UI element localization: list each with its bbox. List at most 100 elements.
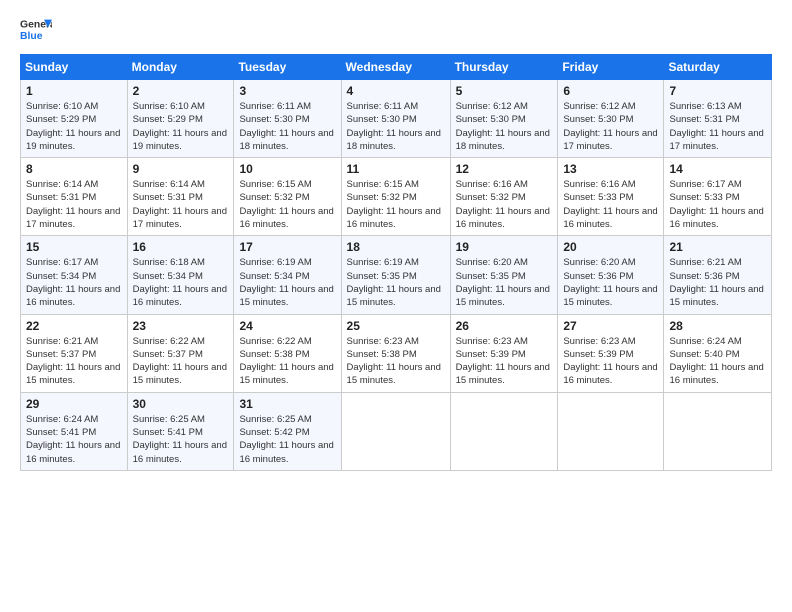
day-detail: Sunrise: 6:20 AMSunset: 5:35 PMDaylight:…: [456, 257, 550, 308]
day-number: 27: [563, 319, 658, 333]
day-number: 13: [563, 162, 658, 176]
calendar-cell: 1 Sunrise: 6:10 AMSunset: 5:29 PMDayligh…: [21, 80, 128, 158]
day-detail: Sunrise: 6:11 AMSunset: 5:30 PMDaylight:…: [347, 101, 441, 152]
calendar-cell: 28 Sunrise: 6:24 AMSunset: 5:40 PMDaylig…: [664, 314, 772, 392]
day-number: 8: [26, 162, 122, 176]
calendar-week-row: 22 Sunrise: 6:21 AMSunset: 5:37 PMDaylig…: [21, 314, 772, 392]
calendar-cell: 5 Sunrise: 6:12 AMSunset: 5:30 PMDayligh…: [450, 80, 558, 158]
day-number: 22: [26, 319, 122, 333]
logo-icon: General Blue: [20, 16, 52, 44]
calendar-cell: 27 Sunrise: 6:23 AMSunset: 5:39 PMDaylig…: [558, 314, 664, 392]
calendar-cell: 12 Sunrise: 6:16 AMSunset: 5:32 PMDaylig…: [450, 158, 558, 236]
calendar-cell: 21 Sunrise: 6:21 AMSunset: 5:36 PMDaylig…: [664, 236, 772, 314]
day-detail: Sunrise: 6:24 AMSunset: 5:41 PMDaylight:…: [26, 414, 120, 465]
day-detail: Sunrise: 6:13 AMSunset: 5:31 PMDaylight:…: [669, 101, 763, 152]
logo: General Blue: [20, 16, 52, 44]
day-number: 3: [239, 84, 335, 98]
calendar-cell: [450, 392, 558, 470]
day-detail: Sunrise: 6:25 AMSunset: 5:42 PMDaylight:…: [239, 414, 333, 465]
day-number: 12: [456, 162, 553, 176]
calendar-week-row: 8 Sunrise: 6:14 AMSunset: 5:31 PMDayligh…: [21, 158, 772, 236]
day-number: 23: [133, 319, 229, 333]
calendar-day-header: Tuesday: [234, 55, 341, 80]
day-detail: Sunrise: 6:16 AMSunset: 5:32 PMDaylight:…: [456, 179, 550, 230]
day-number: 10: [239, 162, 335, 176]
calendar-cell: 7 Sunrise: 6:13 AMSunset: 5:31 PMDayligh…: [664, 80, 772, 158]
day-detail: Sunrise: 6:11 AMSunset: 5:30 PMDaylight:…: [239, 101, 333, 152]
calendar-day-header: Sunday: [21, 55, 128, 80]
day-number: 7: [669, 84, 766, 98]
day-detail: Sunrise: 6:10 AMSunset: 5:29 PMDaylight:…: [26, 101, 120, 152]
day-detail: Sunrise: 6:17 AMSunset: 5:33 PMDaylight:…: [669, 179, 763, 230]
day-number: 19: [456, 240, 553, 254]
day-detail: Sunrise: 6:19 AMSunset: 5:34 PMDaylight:…: [239, 257, 333, 308]
calendar-cell: [664, 392, 772, 470]
calendar-day-header: Thursday: [450, 55, 558, 80]
day-detail: Sunrise: 6:22 AMSunset: 5:38 PMDaylight:…: [239, 336, 333, 387]
day-number: 6: [563, 84, 658, 98]
day-detail: Sunrise: 6:23 AMSunset: 5:39 PMDaylight:…: [456, 336, 550, 387]
calendar-cell: [341, 392, 450, 470]
header: General Blue: [20, 16, 772, 44]
calendar-cell: 11 Sunrise: 6:15 AMSunset: 5:32 PMDaylig…: [341, 158, 450, 236]
day-detail: Sunrise: 6:20 AMSunset: 5:36 PMDaylight:…: [563, 257, 657, 308]
day-detail: Sunrise: 6:16 AMSunset: 5:33 PMDaylight:…: [563, 179, 657, 230]
calendar-cell: 17 Sunrise: 6:19 AMSunset: 5:34 PMDaylig…: [234, 236, 341, 314]
day-detail: Sunrise: 6:12 AMSunset: 5:30 PMDaylight:…: [563, 101, 657, 152]
day-number: 9: [133, 162, 229, 176]
calendar-week-row: 29 Sunrise: 6:24 AMSunset: 5:41 PMDaylig…: [21, 392, 772, 470]
calendar-cell: 26 Sunrise: 6:23 AMSunset: 5:39 PMDaylig…: [450, 314, 558, 392]
day-detail: Sunrise: 6:23 AMSunset: 5:38 PMDaylight:…: [347, 336, 441, 387]
calendar-cell: 24 Sunrise: 6:22 AMSunset: 5:38 PMDaylig…: [234, 314, 341, 392]
day-detail: Sunrise: 6:19 AMSunset: 5:35 PMDaylight:…: [347, 257, 441, 308]
calendar-cell: 16 Sunrise: 6:18 AMSunset: 5:34 PMDaylig…: [127, 236, 234, 314]
day-number: 31: [239, 397, 335, 411]
day-number: 29: [26, 397, 122, 411]
calendar-cell: 20 Sunrise: 6:20 AMSunset: 5:36 PMDaylig…: [558, 236, 664, 314]
calendar-week-row: 15 Sunrise: 6:17 AMSunset: 5:34 PMDaylig…: [21, 236, 772, 314]
day-detail: Sunrise: 6:15 AMSunset: 5:32 PMDaylight:…: [239, 179, 333, 230]
calendar-cell: 23 Sunrise: 6:22 AMSunset: 5:37 PMDaylig…: [127, 314, 234, 392]
day-detail: Sunrise: 6:18 AMSunset: 5:34 PMDaylight:…: [133, 257, 227, 308]
calendar-cell: 4 Sunrise: 6:11 AMSunset: 5:30 PMDayligh…: [341, 80, 450, 158]
calendar-cell: 10 Sunrise: 6:15 AMSunset: 5:32 PMDaylig…: [234, 158, 341, 236]
day-number: 28: [669, 319, 766, 333]
day-detail: Sunrise: 6:25 AMSunset: 5:41 PMDaylight:…: [133, 414, 227, 465]
calendar-cell: 19 Sunrise: 6:20 AMSunset: 5:35 PMDaylig…: [450, 236, 558, 314]
day-number: 4: [347, 84, 445, 98]
calendar-week-row: 1 Sunrise: 6:10 AMSunset: 5:29 PMDayligh…: [21, 80, 772, 158]
day-detail: Sunrise: 6:23 AMSunset: 5:39 PMDaylight:…: [563, 336, 657, 387]
day-number: 5: [456, 84, 553, 98]
day-number: 25: [347, 319, 445, 333]
day-detail: Sunrise: 6:12 AMSunset: 5:30 PMDaylight:…: [456, 101, 550, 152]
calendar-cell: [558, 392, 664, 470]
day-detail: Sunrise: 6:17 AMSunset: 5:34 PMDaylight:…: [26, 257, 120, 308]
calendar-header-row: SundayMondayTuesdayWednesdayThursdayFrid…: [21, 55, 772, 80]
day-detail: Sunrise: 6:21 AMSunset: 5:37 PMDaylight:…: [26, 336, 120, 387]
calendar-cell: 30 Sunrise: 6:25 AMSunset: 5:41 PMDaylig…: [127, 392, 234, 470]
calendar-cell: 18 Sunrise: 6:19 AMSunset: 5:35 PMDaylig…: [341, 236, 450, 314]
day-number: 21: [669, 240, 766, 254]
day-number: 16: [133, 240, 229, 254]
svg-text:Blue: Blue: [20, 31, 43, 42]
day-detail: Sunrise: 6:14 AMSunset: 5:31 PMDaylight:…: [133, 179, 227, 230]
calendar-cell: 6 Sunrise: 6:12 AMSunset: 5:30 PMDayligh…: [558, 80, 664, 158]
calendar-cell: 31 Sunrise: 6:25 AMSunset: 5:42 PMDaylig…: [234, 392, 341, 470]
calendar-cell: 22 Sunrise: 6:21 AMSunset: 5:37 PMDaylig…: [21, 314, 128, 392]
calendar-day-header: Wednesday: [341, 55, 450, 80]
calendar-cell: 15 Sunrise: 6:17 AMSunset: 5:34 PMDaylig…: [21, 236, 128, 314]
day-number: 17: [239, 240, 335, 254]
calendar-cell: 9 Sunrise: 6:14 AMSunset: 5:31 PMDayligh…: [127, 158, 234, 236]
day-number: 11: [347, 162, 445, 176]
calendar-table: SundayMondayTuesdayWednesdayThursdayFrid…: [20, 54, 772, 471]
calendar-cell: 25 Sunrise: 6:23 AMSunset: 5:38 PMDaylig…: [341, 314, 450, 392]
day-number: 20: [563, 240, 658, 254]
day-detail: Sunrise: 6:10 AMSunset: 5:29 PMDaylight:…: [133, 101, 227, 152]
calendar-day-header: Monday: [127, 55, 234, 80]
day-detail: Sunrise: 6:15 AMSunset: 5:32 PMDaylight:…: [347, 179, 441, 230]
calendar-day-header: Friday: [558, 55, 664, 80]
calendar-cell: 13 Sunrise: 6:16 AMSunset: 5:33 PMDaylig…: [558, 158, 664, 236]
day-number: 14: [669, 162, 766, 176]
day-detail: Sunrise: 6:14 AMSunset: 5:31 PMDaylight:…: [26, 179, 120, 230]
page: General Blue SundayMondayTuesdayWednesda…: [0, 0, 792, 612]
